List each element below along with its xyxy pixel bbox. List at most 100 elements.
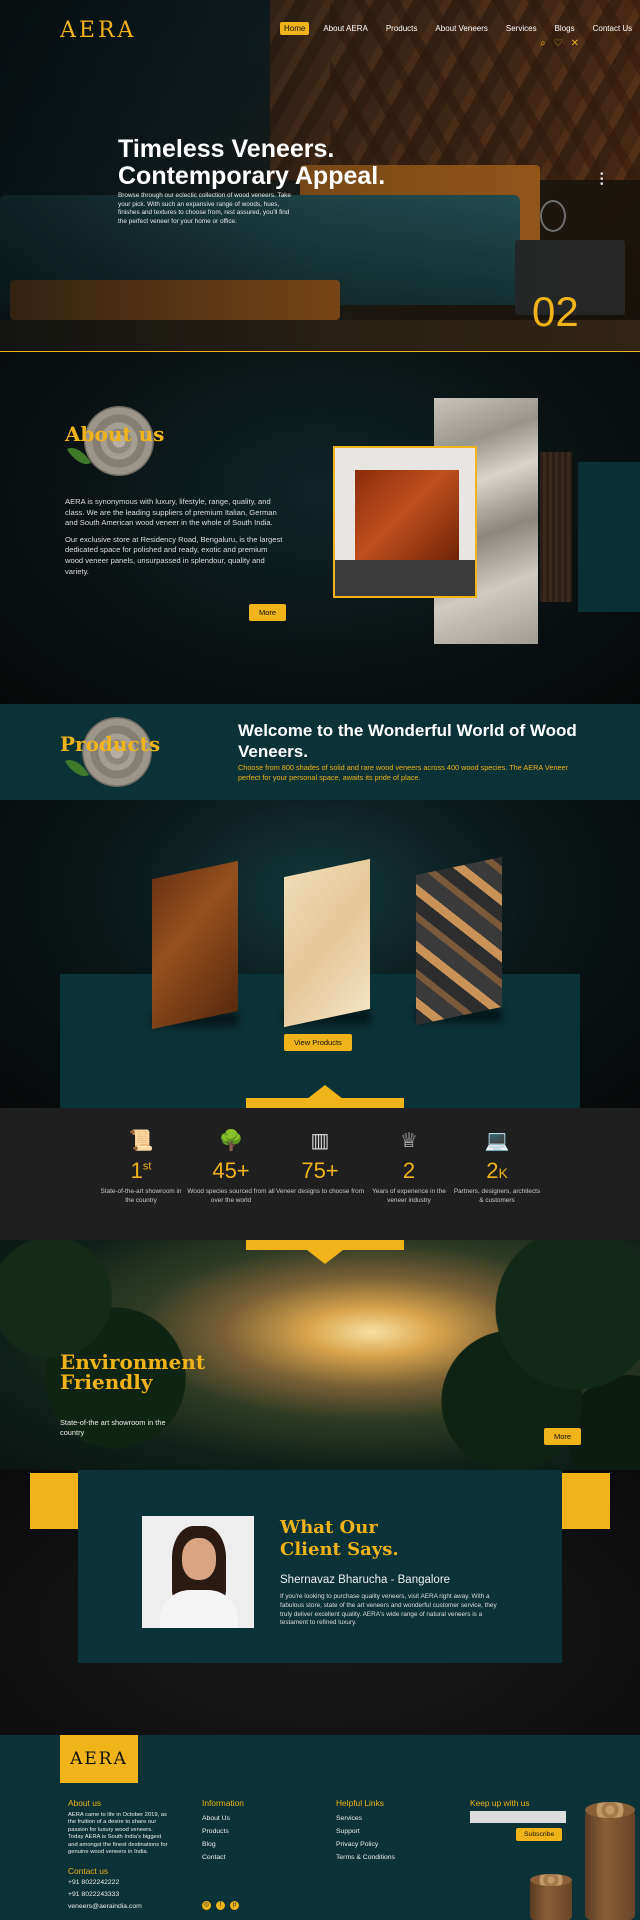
- pinterest-icon[interactable]: p: [230, 1901, 239, 1910]
- products-title: Welcome to the Wonderful World of Wood V…: [238, 721, 577, 761]
- nav-item-contact-us[interactable]: Contact Us: [589, 22, 637, 35]
- environment-section: Environment Friendly State-of-the art sh…: [0, 1240, 640, 1470]
- stats-section: 📜 1st State-of-the-art showroom in the c…: [0, 1108, 640, 1240]
- nav-item-home[interactable]: Home: [280, 22, 310, 35]
- footer-link-privacy[interactable]: Privacy Policy: [336, 1838, 395, 1851]
- veneer-panel-maple[interactable]: [284, 858, 370, 1028]
- stat-label: Veneer designs to choose from: [275, 1188, 365, 1195]
- photo-shirt: [160, 1590, 238, 1628]
- stat-number: 75+: [301, 1158, 339, 1183]
- nav-icons: ⌕ ♡ ✕: [540, 38, 579, 49]
- room-veneer-wall: [355, 470, 459, 566]
- footer-email[interactable]: veneers@aeraindia.com: [68, 1901, 142, 1913]
- nav-item-blogs[interactable]: Blogs: [551, 22, 579, 35]
- footer-link-products[interactable]: Products: [202, 1825, 244, 1838]
- stat-number: 2: [402, 1158, 416, 1183]
- trees-icon: 🌳: [218, 1130, 244, 1152]
- footer-about: About us AERA came to life in October 20…: [68, 1797, 168, 1856]
- footer-link-blog[interactable]: Blog: [202, 1838, 244, 1851]
- search-icon[interactable]: ⌕: [540, 38, 546, 49]
- footer-link-contact[interactable]: Contact: [202, 1851, 244, 1864]
- veneer-panel-walnut[interactable]: [152, 860, 238, 1030]
- facebook-icon[interactable]: f: [216, 1901, 225, 1910]
- products-subtitle: Choose from 800 shades of solid and rare…: [238, 763, 569, 782]
- photo-face: [182, 1538, 216, 1580]
- footer-about-heading: About us: [68, 1798, 102, 1808]
- environment-text: State-of-the art showroom in the country: [60, 1418, 166, 1437]
- close-icon[interactable]: ✕: [571, 38, 579, 49]
- nav-menu: Home About AERA Products About Veneers S…: [280, 22, 636, 35]
- footer-info-heading: Information: [202, 1798, 244, 1808]
- room-counter: [335, 560, 475, 596]
- about-more-button[interactable]: More: [249, 604, 287, 621]
- footer-contact-heading: Contact us: [68, 1866, 109, 1876]
- hero-title-line1: Timeless Veneers.: [118, 135, 335, 163]
- panels-icon: ▥: [310, 1130, 330, 1152]
- environment-more-button[interactable]: More: [544, 1428, 582, 1445]
- footer-about-text: AERA came to life in October 2019, as th…: [68, 1812, 168, 1856]
- stat-label: Wood species sourced from all over the w…: [187, 1188, 275, 1204]
- certificate-icon: 📜: [128, 1130, 154, 1152]
- products-band: Products Welcome to the Wonderful World …: [0, 704, 640, 800]
- stat-number: 1st: [130, 1158, 152, 1183]
- logo[interactable]: AERA: [60, 18, 136, 43]
- heart-icon[interactable]: ♡: [554, 38, 563, 49]
- triangle-up-icon: [307, 1085, 343, 1099]
- hero-description: Browse through our eclectic collection o…: [118, 192, 291, 225]
- stat-item: ▥ 75+ Veneer designs to choose from: [275, 1128, 365, 1197]
- footer-logo[interactable]: AERA: [60, 1735, 138, 1783]
- slide-number: 02: [532, 288, 579, 335]
- triangle-down-icon: [307, 1250, 343, 1264]
- partners-icon: 💻: [484, 1130, 510, 1152]
- hero-title-line2: Contemporary Appeal.: [118, 162, 386, 190]
- footer-helpful-links: Helpful Links Services Support Privacy P…: [336, 1797, 395, 1864]
- footer-contact: Contact us +91 8022242222 +91 8022243333…: [68, 1865, 142, 1913]
- footer-link-services[interactable]: Services: [336, 1812, 395, 1825]
- stat-number: 45+: [212, 1158, 250, 1183]
- stat-label: State-of-the-art showroom in the country: [100, 1188, 182, 1204]
- stat-number: 2K: [486, 1158, 508, 1183]
- newsletter-email-input[interactable]: [470, 1811, 566, 1823]
- products-showcase: View Products: [0, 800, 640, 1108]
- stat-item: ♕ 2 Years of experience in the veneer in…: [364, 1128, 454, 1205]
- footer-link-about-us[interactable]: About Us: [202, 1812, 244, 1825]
- hero-title: Timeless Veneers. Contemporary Appeal.: [118, 136, 418, 190]
- footer-link-support[interactable]: Support: [336, 1825, 395, 1838]
- stat-label: Years of experience in the veneer indust…: [372, 1188, 446, 1204]
- client-quote: If you're looking to purchase quality ve…: [280, 1593, 497, 1627]
- award-icon: ♕: [400, 1130, 418, 1152]
- veneer-panel-chevron[interactable]: [416, 856, 502, 1026]
- nav-item-services[interactable]: Services: [502, 22, 541, 35]
- client-photo: [142, 1516, 254, 1628]
- nav-item-about-veneers[interactable]: About Veneers: [431, 22, 491, 35]
- about-text: AERA is synonymous with luxury, lifestyl…: [65, 497, 285, 577]
- about-paragraph-2: Our exclusive store at Residency Road, B…: [65, 534, 283, 576]
- instagram-icon[interactable]: ◎: [202, 1901, 211, 1910]
- stat-item: 🌳 45+ Wood species sourced from all over…: [186, 1128, 276, 1205]
- social-links: ◎ f p: [202, 1901, 239, 1910]
- about-heading: About us: [65, 422, 165, 446]
- client-name: Shernavaz Bharucha - Bangalore: [280, 1574, 451, 1586]
- environment-heading: Environment Friendly: [60, 1350, 206, 1394]
- about-paragraph-1: AERA is synonymous with luxury, lifestyl…: [65, 497, 277, 528]
- tree-stump-image: [585, 1802, 635, 1920]
- view-products-button[interactable]: View Products: [284, 1034, 352, 1051]
- stat-item: 📜 1st State-of-the-art showroom in the c…: [96, 1128, 186, 1205]
- nav-item-about-aera[interactable]: About AERA: [319, 22, 371, 35]
- about-room-image: [333, 446, 477, 598]
- hero-section: AERA Home About AERA Products About Vene…: [0, 0, 640, 352]
- testimonial-heading: What Our Client Says.: [280, 1517, 399, 1560]
- tree-stump-image: [530, 1874, 572, 1920]
- footer-link-terms[interactable]: Terms & Conditions: [336, 1851, 395, 1864]
- footer-phone-1[interactable]: +91 8022242222: [68, 1877, 142, 1889]
- teal-accent-block: [578, 462, 640, 612]
- subscribe-button[interactable]: Subscribe: [516, 1828, 563, 1841]
- stats-tab-bottom: [246, 1240, 404, 1250]
- nav-item-products[interactable]: Products: [382, 22, 422, 35]
- about-section: About us AERA is synonymous with luxury,…: [0, 352, 640, 704]
- stat-item: 💻 2K Partners, designers, architects & c…: [452, 1128, 542, 1205]
- more-vertical-icon[interactable]: • • •: [600, 170, 604, 190]
- footer-phone-2[interactable]: +91 8022243333: [68, 1889, 142, 1901]
- footer-information: Information About Us Products Blog Conta…: [202, 1797, 244, 1864]
- products-heading: Products: [60, 732, 161, 756]
